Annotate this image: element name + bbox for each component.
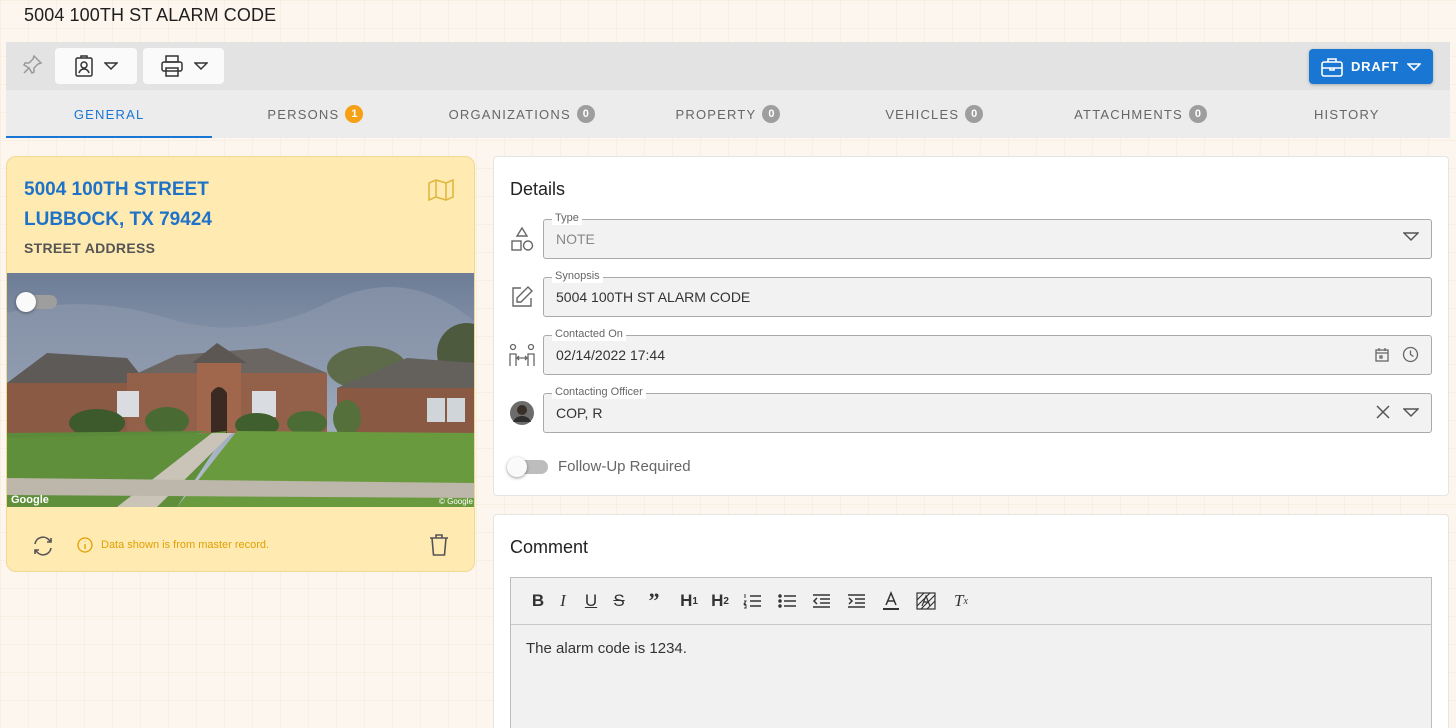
tab-label: ATTACHMENTS bbox=[1074, 106, 1183, 122]
tab-attachments[interactable]: ATTACHMENTS 0 bbox=[1037, 90, 1243, 138]
toolbar: DRAFT bbox=[6, 42, 1450, 90]
chevron-down-icon bbox=[104, 62, 118, 71]
tab-label: ORGANIZATIONS bbox=[448, 106, 571, 122]
printer-icon bbox=[160, 55, 183, 77]
count-badge: 1 bbox=[345, 105, 364, 123]
contacting-officer-select[interactable]: Contacting Officer COP, R bbox=[543, 386, 1432, 433]
ordered-list-icon[interactable] bbox=[737, 587, 767, 615]
strikethrough-icon[interactable]: S bbox=[605, 587, 633, 615]
tab-history[interactable]: HISTORY bbox=[1244, 90, 1450, 138]
indent-icon[interactable] bbox=[835, 587, 877, 615]
tab-bar: GENERAL PERSONS 1 ORGANIZATIONS 0 PROPERTY… bbox=[6, 90, 1450, 138]
tab-persons[interactable]: PERSONS 1 bbox=[212, 90, 418, 138]
photo-watermark-google: Google bbox=[11, 494, 49, 506]
draft-status-button[interactable]: DRAFT bbox=[1309, 49, 1433, 84]
street-view-toggle[interactable] bbox=[16, 292, 57, 312]
tab-property[interactable]: PROPERTY 0 bbox=[625, 90, 831, 138]
photo-watermark-copyright: © Google bbox=[439, 497, 473, 506]
street-view-photo: Google © Google bbox=[7, 273, 474, 507]
comment-text[interactable]: The alarm code is 1234. bbox=[511, 625, 1431, 672]
details-title: Details bbox=[510, 179, 566, 199]
chevron-down-icon[interactable] bbox=[1403, 230, 1419, 242]
edit-icon bbox=[508, 283, 536, 311]
follow-up-row: Follow-Up Required bbox=[507, 456, 691, 477]
avatar bbox=[508, 399, 536, 427]
tab-label: VEHICLES bbox=[885, 106, 960, 122]
address-card: 5004 100TH STREET LUBBOCK, TX 79424 STRE… bbox=[6, 156, 475, 572]
follow-up-label: Follow-Up Required bbox=[558, 458, 691, 475]
comment-editor[interactable]: B I U S ” H1 H2 Tx The alarm code is 123… bbox=[510, 577, 1432, 728]
chevron-down-icon[interactable] bbox=[1403, 406, 1419, 418]
tab-label: HISTORY bbox=[1313, 106, 1380, 122]
tab-label: GENERAL bbox=[73, 106, 145, 122]
editor-toolbar: B I U S ” H1 H2 Tx bbox=[511, 578, 1431, 625]
italic-icon[interactable]: I bbox=[549, 587, 577, 615]
tab-general[interactable]: GENERAL bbox=[6, 90, 213, 138]
synopsis-label: Synopsis bbox=[552, 270, 603, 283]
calendar-icon[interactable] bbox=[1374, 347, 1390, 363]
clock-icon[interactable] bbox=[1402, 346, 1419, 363]
id-badge-icon bbox=[75, 55, 93, 77]
type-select[interactable]: Type NOTE bbox=[543, 212, 1432, 259]
count-badge: 0 bbox=[965, 105, 984, 123]
synopsis-value: 5004 100TH ST ALARM CODE bbox=[556, 289, 751, 305]
trash-icon[interactable] bbox=[428, 533, 450, 562]
person-card-button[interactable] bbox=[55, 48, 137, 84]
outdent-icon[interactable] bbox=[807, 587, 835, 615]
contacted-on-label: Contacted On bbox=[552, 328, 626, 341]
blockquote-icon[interactable]: ” bbox=[633, 587, 675, 615]
count-badge: 0 bbox=[1188, 105, 1207, 123]
print-button[interactable] bbox=[143, 48, 224, 84]
text-color-icon[interactable] bbox=[877, 587, 905, 615]
type-value: NOTE bbox=[556, 231, 595, 247]
draft-label: DRAFT bbox=[1350, 59, 1400, 74]
info-icon bbox=[77, 537, 93, 553]
contacted-on-field[interactable]: Contacted On 02/14/2022 17:44 bbox=[543, 328, 1432, 375]
count-badge: 0 bbox=[576, 105, 595, 123]
map-icon[interactable] bbox=[428, 178, 454, 206]
address-type: STREET ADDRESS bbox=[24, 240, 156, 256]
synopsis-field[interactable]: Synopsis 5004 100TH ST ALARM CODE bbox=[543, 270, 1432, 317]
contacted-on-value: 02/14/2022 17:44 bbox=[556, 347, 665, 363]
master-record-note: Data shown is from master record. bbox=[77, 537, 269, 553]
people-contact-icon bbox=[508, 341, 536, 369]
shapes-icon bbox=[508, 225, 536, 253]
master-record-text: Data shown is from master record. bbox=[101, 539, 270, 551]
bold-icon[interactable]: B bbox=[527, 587, 549, 615]
heading1-icon[interactable]: H1 bbox=[675, 587, 703, 615]
follow-up-toggle[interactable] bbox=[507, 456, 548, 477]
tab-organizations[interactable]: ORGANIZATIONS 0 bbox=[419, 90, 625, 138]
clear-format-icon[interactable]: Tx bbox=[947, 587, 975, 615]
pin-icon[interactable] bbox=[20, 53, 44, 77]
comment-title: Comment bbox=[510, 537, 589, 557]
sync-icon[interactable] bbox=[31, 534, 55, 563]
briefcase-icon bbox=[1321, 57, 1343, 77]
contacting-officer-label: Contacting Officer bbox=[552, 386, 646, 399]
count-badge: 0 bbox=[762, 105, 781, 123]
clear-icon[interactable] bbox=[1375, 404, 1391, 420]
heading2-icon[interactable]: H2 bbox=[703, 587, 737, 615]
tab-label: PERSONS bbox=[267, 106, 340, 122]
details-card: Details Type NOTE Synopsis 5004 100TH ST… bbox=[493, 156, 1449, 496]
address-line-1[interactable]: 5004 100TH STREET bbox=[24, 179, 209, 201]
bullet-list-icon[interactable] bbox=[767, 587, 807, 615]
address-line-2[interactable]: LUBBOCK, TX 79424 bbox=[24, 209, 212, 231]
chevron-down-icon bbox=[193, 62, 208, 71]
contacting-officer-value: COP, R bbox=[556, 405, 603, 421]
tab-label: PROPERTY bbox=[675, 106, 757, 122]
underline-icon[interactable]: U bbox=[577, 587, 605, 615]
highlight-icon[interactable] bbox=[905, 587, 947, 615]
tab-vehicles[interactable]: VEHICLES 0 bbox=[831, 90, 1037, 138]
page-title: 5004 100TH ST ALARM CODE bbox=[24, 5, 277, 25]
type-label: Type bbox=[552, 212, 582, 225]
chevron-down-icon bbox=[1407, 62, 1422, 71]
comment-card: Comment B I U S ” H1 H2 T x The alarm co… bbox=[493, 514, 1449, 728]
